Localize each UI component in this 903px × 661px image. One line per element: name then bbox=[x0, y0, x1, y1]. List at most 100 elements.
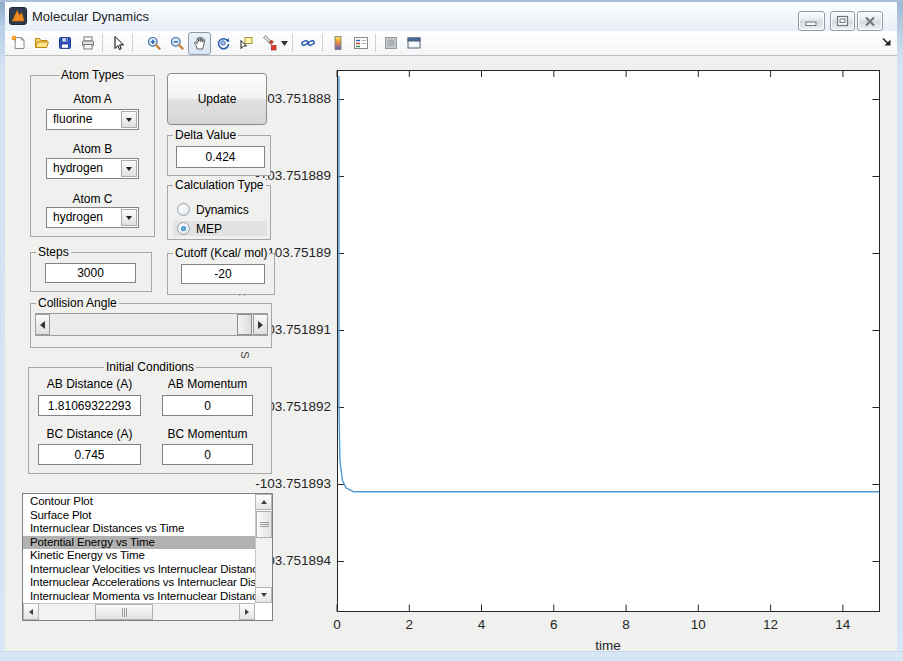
minimize-button[interactable] bbox=[798, 11, 825, 31]
x-tick-label: 10 bbox=[668, 617, 728, 632]
scroll-up-arrow[interactable] bbox=[255, 494, 272, 510]
scroll-down-arrow[interactable] bbox=[255, 587, 272, 603]
window-border-top bbox=[0, 0, 903, 2]
brush-dropdown-caret[interactable] bbox=[280, 32, 289, 55]
list-item[interactable]: Internuclear Accelerations vs Internucle… bbox=[23, 576, 255, 590]
radio-icon[interactable] bbox=[177, 203, 190, 216]
window-border-right bbox=[897, 0, 903, 661]
atom-b-label: Atom B bbox=[46, 142, 139, 156]
steps-field[interactable]: 3000 bbox=[45, 263, 136, 283]
horizontal-scrollbar[interactable] bbox=[23, 603, 255, 620]
window-border-bottom bbox=[0, 651, 903, 661]
x-tick-label: 14 bbox=[813, 617, 873, 632]
bc-momentum-field[interactable]: 0 bbox=[162, 444, 253, 465]
ab-momentum-label: AB Momentum bbox=[162, 377, 253, 391]
chevron-down-icon[interactable] bbox=[121, 160, 137, 177]
insert-legend-button[interactable] bbox=[349, 32, 372, 55]
chevron-down-icon[interactable] bbox=[121, 111, 137, 128]
radio-label: Dynamics bbox=[196, 203, 249, 217]
atom-c-label: Atom C bbox=[46, 192, 139, 206]
panel-title: Steps bbox=[36, 245, 71, 259]
delta-value-field[interactable]: 0.424 bbox=[176, 146, 265, 168]
atom-a-dropdown[interactable]: fluorine bbox=[46, 109, 139, 130]
toolbar-overflow-icon[interactable] bbox=[881, 36, 893, 48]
toolbar bbox=[5, 31, 897, 56]
list-item[interactable]: Internuclear Distances vs Time bbox=[23, 522, 255, 536]
window-border-left bbox=[0, 0, 5, 661]
zoom-out-button[interactable] bbox=[165, 32, 188, 55]
radio-icon-selected[interactable] bbox=[177, 222, 190, 235]
maximize-button[interactable] bbox=[830, 11, 855, 31]
atom-c-value: hydrogen bbox=[53, 210, 103, 224]
list-item[interactable]: Kinetic Energy vs Time bbox=[23, 549, 255, 563]
toolbar-separator bbox=[375, 34, 376, 52]
panel-title: Atom Types bbox=[59, 68, 126, 82]
slider-thumb[interactable] bbox=[237, 314, 252, 335]
radio-mep[interactable]: MEP bbox=[173, 221, 267, 236]
insert-colorbar-button[interactable] bbox=[326, 32, 349, 55]
scroll-right-arrow[interactable] bbox=[239, 603, 255, 620]
panel-title: Delta Value bbox=[173, 128, 238, 142]
matlab-icon bbox=[9, 7, 27, 25]
list-item[interactable]: Internuclear Velocities vs Internuclear … bbox=[23, 563, 255, 577]
print-figure-button[interactable] bbox=[76, 32, 99, 55]
update-button[interactable]: Update bbox=[167, 73, 267, 125]
zoom-in-button[interactable] bbox=[142, 32, 165, 55]
list-item[interactable]: Internuclear Momenta vs Internuclear Dis… bbox=[23, 590, 255, 604]
panel-title: Cutoff (Kcal/ mol) bbox=[173, 246, 269, 260]
horizontal-scroll-thumb[interactable] bbox=[95, 604, 153, 620]
slider-left-arrow[interactable] bbox=[35, 314, 50, 335]
save-figure-button[interactable] bbox=[53, 32, 76, 55]
rotate-3d-button[interactable] bbox=[211, 32, 234, 55]
window-title: Molecular Dynamics bbox=[32, 9, 149, 24]
atom-a-value: fluorine bbox=[53, 112, 92, 126]
chevron-down-icon[interactable] bbox=[121, 209, 137, 226]
close-button[interactable] bbox=[857, 11, 883, 31]
cutoff-field[interactable]: -20 bbox=[181, 264, 265, 284]
ab-distance-field[interactable]: 1.81069322293 bbox=[38, 395, 141, 416]
ylabel-fragment: S bbox=[239, 351, 251, 358]
brush-data-button[interactable] bbox=[257, 32, 280, 55]
atom-b-dropdown[interactable]: hydrogen bbox=[46, 158, 139, 179]
collision-angle-slider[interactable] bbox=[35, 313, 268, 336]
radio-label: MEP bbox=[196, 222, 222, 236]
x-tick-label: 4 bbox=[452, 617, 512, 632]
show-plot-tools-button[interactable] bbox=[402, 32, 425, 55]
scroll-left-arrow[interactable] bbox=[23, 603, 39, 620]
hide-plot-tools-button[interactable] bbox=[379, 32, 402, 55]
bc-distance-field[interactable]: 0.745 bbox=[38, 444, 141, 465]
ab-distance-label: AB Distance (A) bbox=[38, 377, 141, 391]
list-item[interactable]: Contour Plot bbox=[23, 495, 255, 509]
new-figure-button[interactable] bbox=[7, 32, 30, 55]
data-cursor-button[interactable] bbox=[234, 32, 257, 55]
x-tick-label: 12 bbox=[741, 617, 801, 632]
x-tick-label: 0 bbox=[307, 617, 367, 632]
slider-right-arrow[interactable] bbox=[253, 314, 268, 335]
x-tick-label: 2 bbox=[379, 617, 439, 632]
panel-title: Collision Angle bbox=[36, 296, 119, 310]
bc-distance-label: BC Distance (A) bbox=[38, 427, 141, 441]
list-item[interactable]: Potential Energy vs Time bbox=[23, 536, 255, 550]
link-plot-button[interactable] bbox=[296, 32, 319, 55]
vertical-scroll-thumb[interactable] bbox=[256, 511, 272, 538]
toolbar-separator bbox=[102, 34, 103, 52]
toolbar-separator bbox=[292, 34, 293, 52]
atom-b-value: hydrogen bbox=[53, 161, 103, 175]
edit-plot-button[interactable] bbox=[106, 32, 129, 55]
panel-title: Calculation Type bbox=[173, 178, 266, 192]
list-item[interactable]: Surface Plot bbox=[23, 509, 255, 523]
toolbar-separator bbox=[132, 34, 133, 52]
vertical-scrollbar[interactable] bbox=[255, 494, 272, 603]
panel-title: Initial Conditions bbox=[104, 360, 196, 374]
radio-dynamics[interactable]: Dynamics bbox=[173, 202, 267, 217]
pan-button[interactable] bbox=[188, 32, 211, 55]
bc-momentum-label: BC Momentum bbox=[162, 427, 253, 441]
ab-momentum-field[interactable]: 0 bbox=[162, 395, 253, 416]
open-file-button[interactable] bbox=[30, 32, 53, 55]
y-tick-label: -103.751893 bbox=[241, 476, 331, 491]
plot-type-listbox[interactable]: Contour PlotSurface PlotInternuclear Dis… bbox=[22, 493, 273, 621]
atom-c-dropdown[interactable]: hydrogen bbox=[46, 207, 139, 228]
toolbar-separator bbox=[322, 34, 323, 52]
x-tick-label: 6 bbox=[524, 617, 584, 632]
atom-a-label: Atom A bbox=[46, 92, 139, 106]
